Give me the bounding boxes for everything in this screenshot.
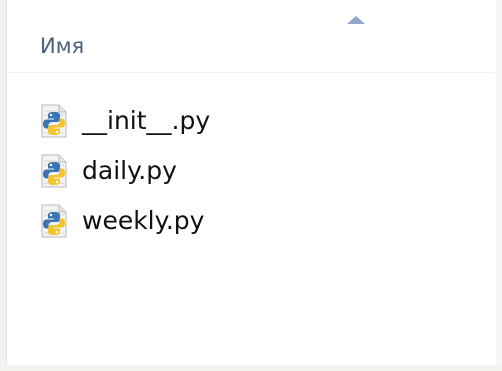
right-frame (496, 0, 502, 371)
file-item-weekly[interactable]: weekly.py (38, 196, 458, 246)
sort-ascending-icon (347, 16, 365, 24)
bottom-frame (0, 365, 502, 371)
file-list: __init__.py daily.py weekly.py (38, 96, 458, 246)
file-name: __init__.py (82, 106, 211, 135)
python-file-icon (38, 203, 70, 239)
python-file-icon (38, 103, 70, 139)
file-name: weekly.py (82, 206, 205, 235)
column-header-label: Имя (40, 34, 85, 58)
file-explorer-pane: Имя __init__.py daily.py weekly.py (0, 0, 502, 371)
file-item-daily[interactable]: daily.py (38, 146, 458, 196)
python-file-icon (38, 153, 70, 189)
column-header-name[interactable]: Имя (8, 0, 494, 73)
file-item-init[interactable]: __init__.py (38, 96, 458, 146)
file-name: daily.py (82, 156, 177, 185)
left-frame (0, 0, 7, 371)
